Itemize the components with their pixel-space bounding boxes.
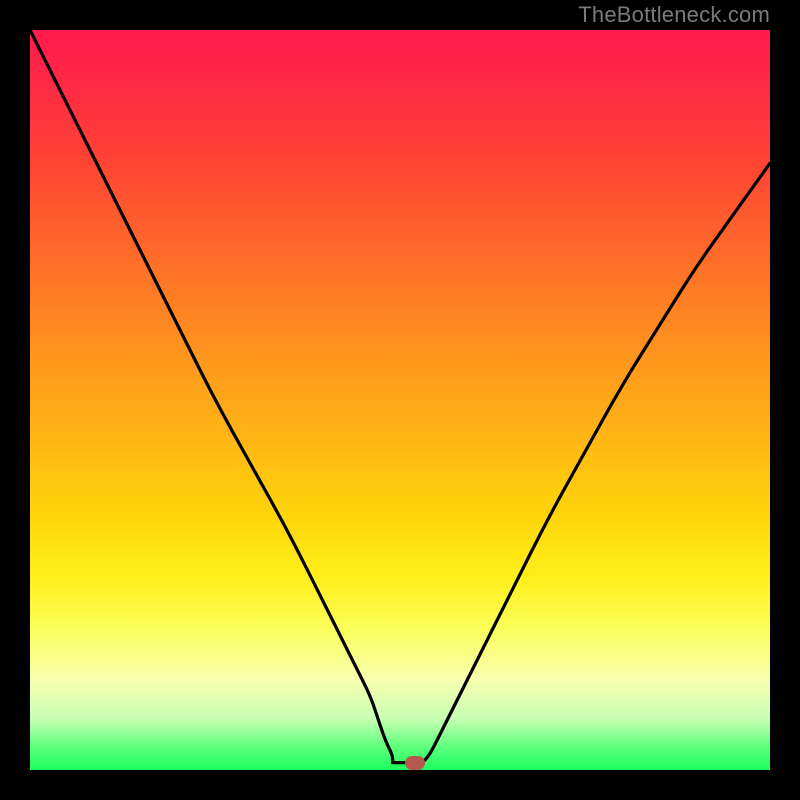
bottleneck-curve-path [30, 30, 770, 763]
min-marker [405, 756, 425, 770]
plot-area [30, 30, 770, 770]
chart-frame: TheBottleneck.com [0, 0, 800, 800]
curve-svg [30, 30, 770, 770]
watermark-text: TheBottleneck.com [578, 2, 770, 28]
